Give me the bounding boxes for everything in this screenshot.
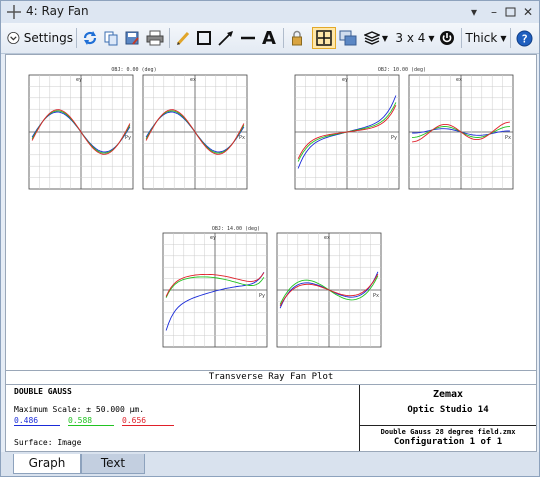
- tangential-fan-panel: ey Py: [28, 74, 134, 190]
- refresh-button[interactable]: [80, 27, 100, 49]
- chevron-down-circle-icon: [7, 32, 20, 44]
- line-button[interactable]: [238, 27, 258, 49]
- surface-label: Surface: Image: [14, 438, 82, 447]
- settings-button[interactable]: Settings: [7, 27, 73, 49]
- power-button[interactable]: [437, 27, 457, 49]
- axis-label-p: Px: [239, 135, 245, 141]
- crosshair-icon: [7, 5, 21, 19]
- close-icon[interactable]: ✕: [519, 3, 537, 21]
- help-icon: ?: [516, 30, 532, 46]
- refresh-icon: [83, 31, 97, 45]
- tangential-fan-panel: ey Py: [294, 74, 400, 190]
- dropdown-caret-icon: ▼: [381, 33, 389, 43]
- fit-view-button[interactable]: [312, 27, 336, 49]
- rectangle-icon: [197, 31, 211, 45]
- window-stack-button[interactable]: [338, 27, 358, 49]
- copy-icon: [104, 31, 118, 46]
- field-label-2: OBJ: 10.00 (deg): [378, 67, 426, 73]
- dropdown-caret-icon: ▼: [428, 33, 435, 43]
- thickness-label: Thick: [465, 31, 498, 45]
- thickness-dropdown[interactable]: Thick ▼: [465, 27, 507, 49]
- axis-label-p: Py: [259, 293, 265, 299]
- layers-icon: [363, 31, 380, 45]
- ray-fan-plot-area[interactable]: OBJ: 0.00 (deg) OBJ: 10.00 (deg) OBJ: 14…: [5, 54, 537, 372]
- crosshair-frame-icon: [316, 30, 332, 46]
- wavelength-3: 0.656: [122, 416, 174, 426]
- export-button[interactable]: [122, 27, 142, 49]
- text-tool-button[interactable]: A: [259, 27, 279, 49]
- power-icon: [440, 31, 454, 45]
- field-label-1: OBJ: 0.00 (deg): [111, 67, 156, 73]
- axis-label-e: ey: [342, 77, 348, 83]
- text-tool-glyph: A: [262, 27, 276, 49]
- svg-text:?: ?: [521, 32, 528, 45]
- info-block: DOUBLE GAUSS Maximum Scale: ± 50.000 µm.…: [5, 384, 537, 452]
- pencil-icon: [176, 31, 190, 46]
- info-left: DOUBLE GAUSS Maximum Scale: ± 50.000 µm.…: [6, 385, 360, 451]
- company-block: Zemax Optic Studio 14: [360, 385, 536, 426]
- arrow-icon: [218, 31, 233, 46]
- layout-label: 3 x 4: [395, 31, 426, 45]
- field-label-3: OBJ: 14.00 (deg): [212, 226, 260, 232]
- tab-graph[interactable]: Graph: [13, 454, 81, 474]
- printer-icon: [146, 30, 164, 46]
- product-name: Optic Studio 14: [407, 405, 489, 415]
- tangential-fan-panel: ey Py: [162, 232, 268, 348]
- file-block: Double Gauss 28 degree field.zmx Configu…: [360, 426, 536, 451]
- max-scale: Maximum Scale: ± 50.000 µm.: [14, 405, 145, 414]
- toolbar: Settings A ▼ 3 x 4 ▼ Thick ▼ ?: [1, 23, 539, 54]
- window-title: 4: Ray Fan: [26, 4, 89, 18]
- axis-label-e: ex: [190, 77, 196, 83]
- axis-label-p: Px: [505, 135, 511, 141]
- minimize-icon[interactable]: –: [485, 3, 503, 21]
- title-bar: 4: Ray Fan ▾ – ✕: [1, 1, 539, 23]
- windows-icon: [339, 30, 357, 46]
- copy-button[interactable]: [101, 27, 121, 49]
- layers-dropdown[interactable]: ▼: [361, 27, 391, 49]
- layout-dropdown[interactable]: 3 x 4 ▼: [395, 27, 435, 49]
- wavelength-2: 0.588: [68, 416, 114, 426]
- dock-down-icon[interactable]: ▾: [465, 3, 483, 21]
- ray-fan-plot: OBJ: 0.00 (deg) OBJ: 10.00 (deg) OBJ: 14…: [28, 67, 514, 348]
- restore-icon[interactable]: [502, 3, 520, 21]
- pencil-button[interactable]: [173, 27, 193, 49]
- lens-title: DOUBLE GAUSS: [14, 387, 72, 396]
- axis-label-e: ey: [210, 235, 216, 241]
- sagittal-fan-panel: ex Px: [142, 74, 248, 190]
- wavelength-1: 0.486: [14, 416, 60, 426]
- axis-label-p: Px: [373, 293, 379, 299]
- sagittal-fan-panel: ex Px: [276, 232, 382, 348]
- configuration-label: Configuration 1 of 1: [393, 437, 503, 447]
- arrow-button[interactable]: [215, 27, 237, 49]
- settings-label: Settings: [23, 31, 73, 45]
- axis-label-p: Py: [125, 135, 131, 141]
- ray-fan-window: 4: Ray Fan ▾ – ✕ Settings A ▼ 3 x 4 ▼ Th…: [0, 0, 540, 477]
- tab-bar: Graph Text: [1, 452, 539, 476]
- lock-icon: [292, 30, 302, 46]
- save-export-icon: [125, 31, 139, 45]
- axis-label-e: ex: [456, 77, 462, 83]
- company-name: Zemax: [432, 389, 464, 400]
- axis-label-e: ey: [76, 77, 82, 83]
- axis-label-e: ex: [324, 235, 330, 241]
- help-button[interactable]: ?: [514, 27, 534, 49]
- dropdown-caret-icon: ▼: [500, 33, 507, 43]
- tab-text[interactable]: Text: [81, 454, 145, 474]
- file-name: Double Gauss 28 degree field.zmx: [380, 428, 516, 436]
- plot-caption: Transverse Ray Fan Plot: [5, 370, 537, 385]
- line-icon: [241, 36, 255, 40]
- sagittal-fan-panel: ex Px: [408, 74, 514, 190]
- lock-button[interactable]: [287, 27, 307, 49]
- axis-label-p: Py: [391, 135, 397, 141]
- rectangle-button[interactable]: [194, 27, 214, 49]
- print-button[interactable]: [144, 27, 166, 49]
